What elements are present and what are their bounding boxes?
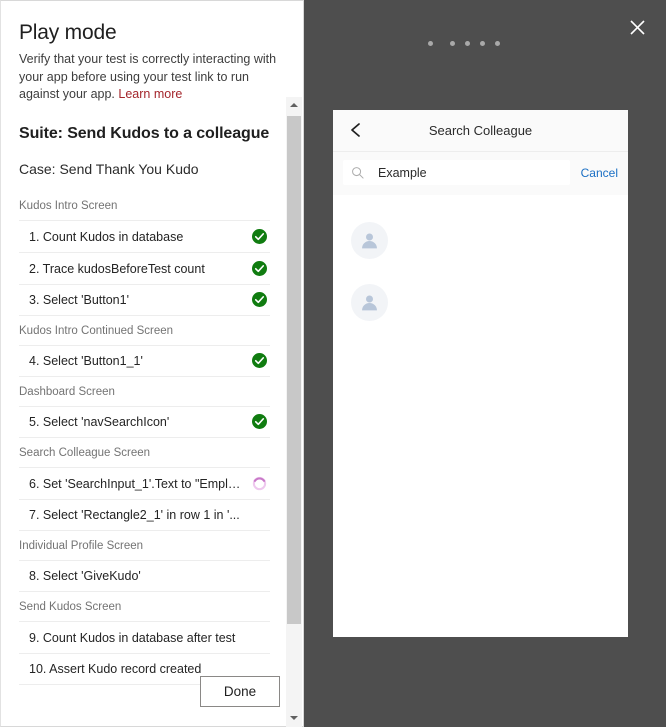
screen-group: Individual Profile Screen 8. Select 'Give… (19, 531, 270, 592)
screen-group: Send Kudos Screen 9. Count Kudos in datab… (19, 592, 270, 685)
person-icon (362, 295, 377, 310)
scroll-up-arrow-icon[interactable] (286, 97, 302, 114)
step-row[interactable]: 5. Select 'navSearchIcon' (19, 406, 270, 438)
step-status (248, 565, 270, 587)
app-topbar: Search Colleague (333, 110, 628, 152)
app-search-bar: Cancel (333, 152, 628, 195)
scrollbar-thumb[interactable] (287, 116, 301, 624)
status-passed-icon (251, 414, 267, 429)
play-mode-dialog: Play mode Verify that your test is corre… (0, 0, 666, 727)
step-status (248, 411, 270, 433)
screen-label: Kudos Intro Continued Screen (19, 325, 174, 337)
list-item[interactable] (333, 271, 628, 333)
close-button[interactable] (624, 14, 650, 40)
screen-label: Kudos Intro Screen (19, 200, 118, 212)
step-status (248, 350, 270, 372)
close-icon (629, 19, 645, 35)
screen-label: Individual Profile Screen (19, 540, 144, 552)
suite-title: Suite: Send Kudos to a colleague (19, 125, 270, 142)
step-status (248, 473, 270, 495)
learn-more-link[interactable]: Learn more (118, 87, 182, 101)
step-row[interactable]: 4. Select 'Button1_1' (19, 345, 270, 377)
step-label: 3. Select 'Button1' (29, 293, 129, 307)
screen-label: Send Kudos Screen (19, 601, 122, 613)
step-row[interactable]: 9. Count Kudos in database after test (19, 621, 270, 653)
step-groups: Kudos Intro Screen 1. Count Kudos in data… (19, 191, 270, 685)
status-passed-icon (251, 228, 267, 244)
step-row[interactable]: 1. Count Kudos in database (19, 220, 270, 252)
step-label: 2. Trace kudosBeforeTest count (29, 261, 205, 276)
case-title: Case: Send Thank You Kudo (19, 161, 199, 177)
step-label: 9. Count Kudos in database after test (29, 630, 236, 645)
test-steps-panel: Play mode Verify that your test is corre… (0, 0, 304, 727)
app-screen-title: Search Colleague (428, 123, 533, 138)
step-status (248, 504, 270, 526)
screen-label: Search Colleague Screen (19, 447, 151, 459)
step-status (248, 226, 270, 248)
list-item[interactable] (333, 209, 628, 271)
screen-group: Kudos Intro Continued Screen 4. Select 'B… (19, 316, 270, 377)
step-label: 7. Select 'Rectangle2_1' in row 1 in '..… (29, 508, 240, 522)
steps-scroll-region: Suite: Send Kudos to a colleague Case: S… (2, 101, 288, 726)
step-label: 8. Select 'GiveKudo' (29, 569, 141, 583)
search-input-container[interactable] (343, 160, 570, 185)
app-player-area: Search Colleague Cancel (304, 0, 666, 727)
done-button[interactable]: Done (200, 676, 280, 707)
loading-dot (495, 41, 500, 46)
person-icon (362, 233, 377, 248)
page-title: Play mode (19, 21, 117, 44)
loading-dot (428, 41, 433, 46)
step-status (248, 289, 270, 311)
search-cancel-link[interactable]: Cancel (581, 166, 618, 180)
avatar (351, 283, 388, 321)
status-passed-icon (251, 260, 267, 276)
step-row[interactable]: 6. Set 'SearchInput_1'.Text to "Emplo... (19, 467, 270, 499)
panel-description: Verify that your test is correctly inter… (19, 51, 287, 104)
steps-scrollbar[interactable] (286, 97, 302, 727)
app-preview-frame: Search Colleague Cancel (333, 110, 628, 637)
panel-header: Play mode Verify that your test is corre… (1, 1, 303, 104)
step-label: 5. Select 'navSearchIcon' (29, 415, 170, 429)
step-status (248, 627, 270, 649)
screen-group: Kudos Intro Screen 1. Count Kudos in data… (19, 191, 270, 316)
search-results-list (333, 195, 628, 333)
loading-dot (450, 41, 455, 46)
step-row[interactable]: 2. Trace kudosBeforeTest count (19, 252, 270, 284)
loading-dot (480, 41, 485, 46)
scroll-down-arrow-icon[interactable] (286, 710, 302, 727)
status-passed-icon (251, 292, 267, 307)
step-status (248, 258, 270, 280)
step-label: 4. Select 'Button1_1' (29, 354, 143, 368)
search-input[interactable] (378, 165, 570, 180)
back-chevron-icon[interactable] (347, 121, 365, 139)
step-row[interactable]: 3. Select 'Button1' (19, 284, 270, 316)
screen-label: Dashboard Screen (19, 386, 115, 398)
search-icon (352, 167, 364, 179)
step-label: 10. Assert Kudo record created (29, 662, 202, 676)
screen-group: Search Colleague Screen 6. Set 'SearchInp… (19, 438, 270, 531)
step-row[interactable]: 7. Select 'Rectangle2_1' in row 1 in '..… (19, 499, 270, 531)
step-label: 1. Count Kudos in database (29, 229, 184, 244)
loading-dot (465, 41, 470, 46)
avatar (351, 221, 388, 259)
screen-group: Dashboard Screen 5. Select 'navSearchIcon… (19, 377, 270, 438)
status-running-spinner-icon (252, 476, 266, 490)
step-label: 6. Set 'SearchInput_1'.Text to "Emplo... (29, 476, 242, 491)
loading-dots (428, 41, 500, 46)
step-row[interactable]: 8. Select 'GiveKudo' (19, 560, 270, 592)
status-passed-icon (251, 353, 267, 368)
